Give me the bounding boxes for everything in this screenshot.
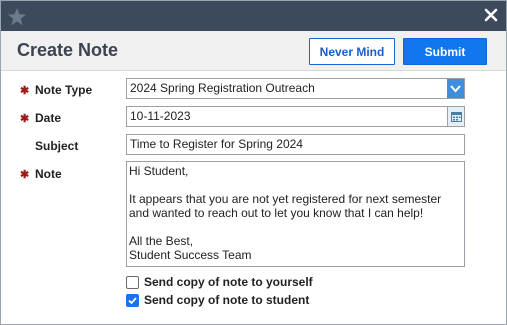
create-note-dialog: Create Note Never Mind Submit ✱ Note Typ… [0, 0, 507, 325]
subject-input[interactable]: Time to Register for Spring 2024 [126, 134, 465, 155]
required-marker: ✱ [20, 113, 30, 125]
send-copy-student-checkbox[interactable] [126, 294, 139, 307]
date-field[interactable]: 10-11-2023 [126, 106, 465, 127]
dialog-header: Create Note Never Mind Submit [1, 31, 506, 71]
chevron-down-icon[interactable] [447, 79, 464, 98]
close-icon[interactable] [484, 8, 498, 22]
subject-value: Time to Register for Spring 2024 [130, 137, 303, 151]
send-copy-yourself-label: Send copy of note to yourself [144, 275, 313, 289]
required-marker: ✱ [20, 169, 30, 181]
date-label: Date [35, 111, 62, 125]
note-label: Note [35, 167, 62, 181]
note-type-select[interactable]: 2024 Spring Registration Outreach [126, 78, 465, 99]
never-mind-button[interactable]: Never Mind [309, 38, 395, 65]
checkmark-icon [128, 297, 137, 305]
send-copy-student-label: Send copy of note to student [144, 293, 310, 307]
send-copy-yourself-checkbox[interactable] [126, 276, 139, 289]
titlebar [1, 1, 506, 31]
calendar-icon[interactable] [447, 107, 464, 126]
note-type-value: 2024 Spring Registration Outreach [130, 81, 315, 95]
star-logo-icon [8, 8, 26, 26]
required-marker: ✱ [20, 85, 30, 97]
subject-label: Subject [35, 139, 79, 153]
page-title: Create Note [17, 40, 119, 60]
note-type-label: Note Type [35, 83, 93, 97]
date-value: 10-11-2023 [130, 109, 191, 123]
note-textarea[interactable]: Hi Student, It appears that you are not … [126, 161, 465, 267]
submit-button[interactable]: Submit [403, 38, 487, 65]
